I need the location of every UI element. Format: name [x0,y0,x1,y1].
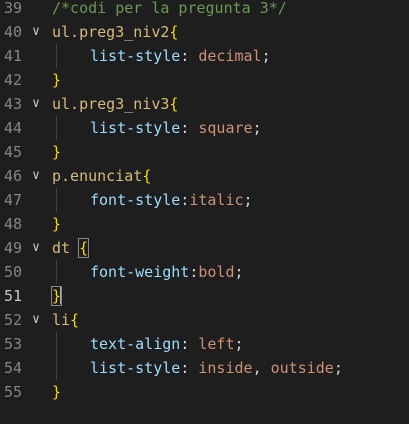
punctuation-token: : [180,335,199,353]
code-text[interactable]: li{ [52,308,79,332]
value-token: outside [270,359,334,377]
code-text[interactable]: list-style: decimal; [52,44,271,68]
value-token: left [198,335,235,353]
code-line[interactable]: 45} [0,140,409,164]
punctuation-token: : [180,119,199,137]
selector-token: dt [52,239,80,257]
property-token: list-style [90,119,181,137]
code-text[interactable]: dt { [52,236,90,260]
code-line[interactable]: 41 list-style: decimal; [0,44,409,68]
code-text[interactable]: /*codi per la pregunta 3*/ [52,0,287,20]
punctuation-token: ; [252,119,262,137]
property-token: text-align [90,335,181,353]
code-line[interactable]: 44 list-style: square; [0,116,409,140]
punctuation-token: : [180,47,199,65]
line-number: 39 [3,0,22,17]
line-number: 42 [3,71,22,89]
brace-token: } [52,215,62,233]
code-line[interactable]: 53 text-align: left; [0,332,409,356]
code-text[interactable]: } [52,68,61,92]
code-line[interactable]: 43 ∨ ul.preg3_niv3{ [0,92,409,116]
brace-token: } [52,143,62,161]
code-line[interactable]: 42} [0,68,409,92]
code-text[interactable]: } [52,380,61,404]
code-text[interactable]: font-weight:bold; [52,260,244,284]
value-token: square [198,119,253,137]
code-line[interactable]: 52 ∨ li{ [0,308,409,332]
brace-token: } [52,383,62,401]
selector-token: ul.preg3_niv2 [52,23,170,41]
code-text[interactable]: } [50,284,63,308]
chevron-down-icon[interactable]: ∨ [29,20,43,44]
code-text[interactable]: ul.preg3_niv2{ [52,20,178,44]
chevron-down-icon[interactable]: ∨ [29,92,43,116]
code-line[interactable]: 40 ∨ ul.preg3_niv2{ [0,20,409,44]
property-token: font-weight [90,263,190,281]
code-line[interactable]: 46 ∨ p.enunciat{ [0,164,409,188]
code-line[interactable]: 48} [0,212,409,236]
property-token: list-style [90,359,181,377]
comment-token: /*codi per la pregunta 3*/ [52,0,287,17]
selector-token: p.enunciat [52,167,143,185]
line-number: 54 [3,359,22,377]
text-cursor [60,286,63,304]
code-line[interactable]: 49 ∨ dt { [0,236,409,260]
value-token: decimal [198,47,262,65]
line-number: 46 [3,167,22,185]
matched-brace-token: { [78,238,90,258]
code-line[interactable]: 55} [0,380,409,404]
line-number: 45 [3,143,22,161]
punctuation-token: ; [261,47,271,65]
code-text[interactable]: ul.preg3_niv3{ [52,92,178,116]
property-token: font-style [90,191,181,209]
line-number: 44 [3,119,22,137]
punctuation-token: , [252,359,271,377]
line-number: 40 [3,23,22,41]
chevron-down-icon[interactable]: ∨ [29,236,43,260]
line-number: 52 [3,311,22,329]
code-line[interactable]: 47 font-style:italic; [0,188,409,212]
brace-token: { [142,167,152,185]
line-number: 43 [3,95,22,113]
line-number: 53 [3,335,22,353]
line-number: 55 [3,383,22,401]
code-text[interactable]: font-style:italic; [52,188,253,212]
value-token: italic [189,191,244,209]
line-number: 47 [3,191,22,209]
brace-token: { [169,95,179,113]
selector-token: ul.preg3_niv3 [52,95,170,113]
code-text[interactable]: } [52,212,61,236]
code-text[interactable]: } [52,140,61,164]
punctuation-token: ; [234,263,244,281]
code-line[interactable]: 39 /*codi per la pregunta 3*/ [0,0,409,20]
chevron-down-icon[interactable]: ∨ [29,164,43,188]
punctuation-token: ; [234,335,244,353]
line-number: 41 [3,47,22,65]
brace-token: { [70,311,80,329]
brace-token: } [52,71,62,89]
brace-token: { [169,23,179,41]
line-number: 51 [3,287,22,305]
value-token: inside [198,359,253,377]
code-line[interactable]: 51} [0,284,409,308]
property-token: list-style [90,47,181,65]
line-number: 49 [3,239,22,257]
punctuation-token: ; [243,191,253,209]
value-token: bold [198,263,235,281]
code-text[interactable]: text-align: left; [52,332,244,356]
code-editor[interactable]: 39 /*codi per la pregunta 3*/ 40 ∨ ul.preg3_… [0,0,409,424]
code-text[interactable]: list-style: inside, outside; [52,356,343,380]
selector-token: li [52,311,71,329]
punctuation-token: ; [333,359,343,377]
chevron-down-icon[interactable]: ∨ [29,308,43,332]
line-number: 48 [3,215,22,233]
punctuation-token: : [180,191,190,209]
code-text[interactable]: p.enunciat{ [52,164,151,188]
code-text[interactable]: list-style: square; [52,116,262,140]
line-number: 50 [3,263,22,281]
code-line[interactable]: 54 list-style: inside, outside; [0,356,409,380]
code-line[interactable]: 50 font-weight:bold; [0,260,409,284]
punctuation-token: : [180,359,199,377]
